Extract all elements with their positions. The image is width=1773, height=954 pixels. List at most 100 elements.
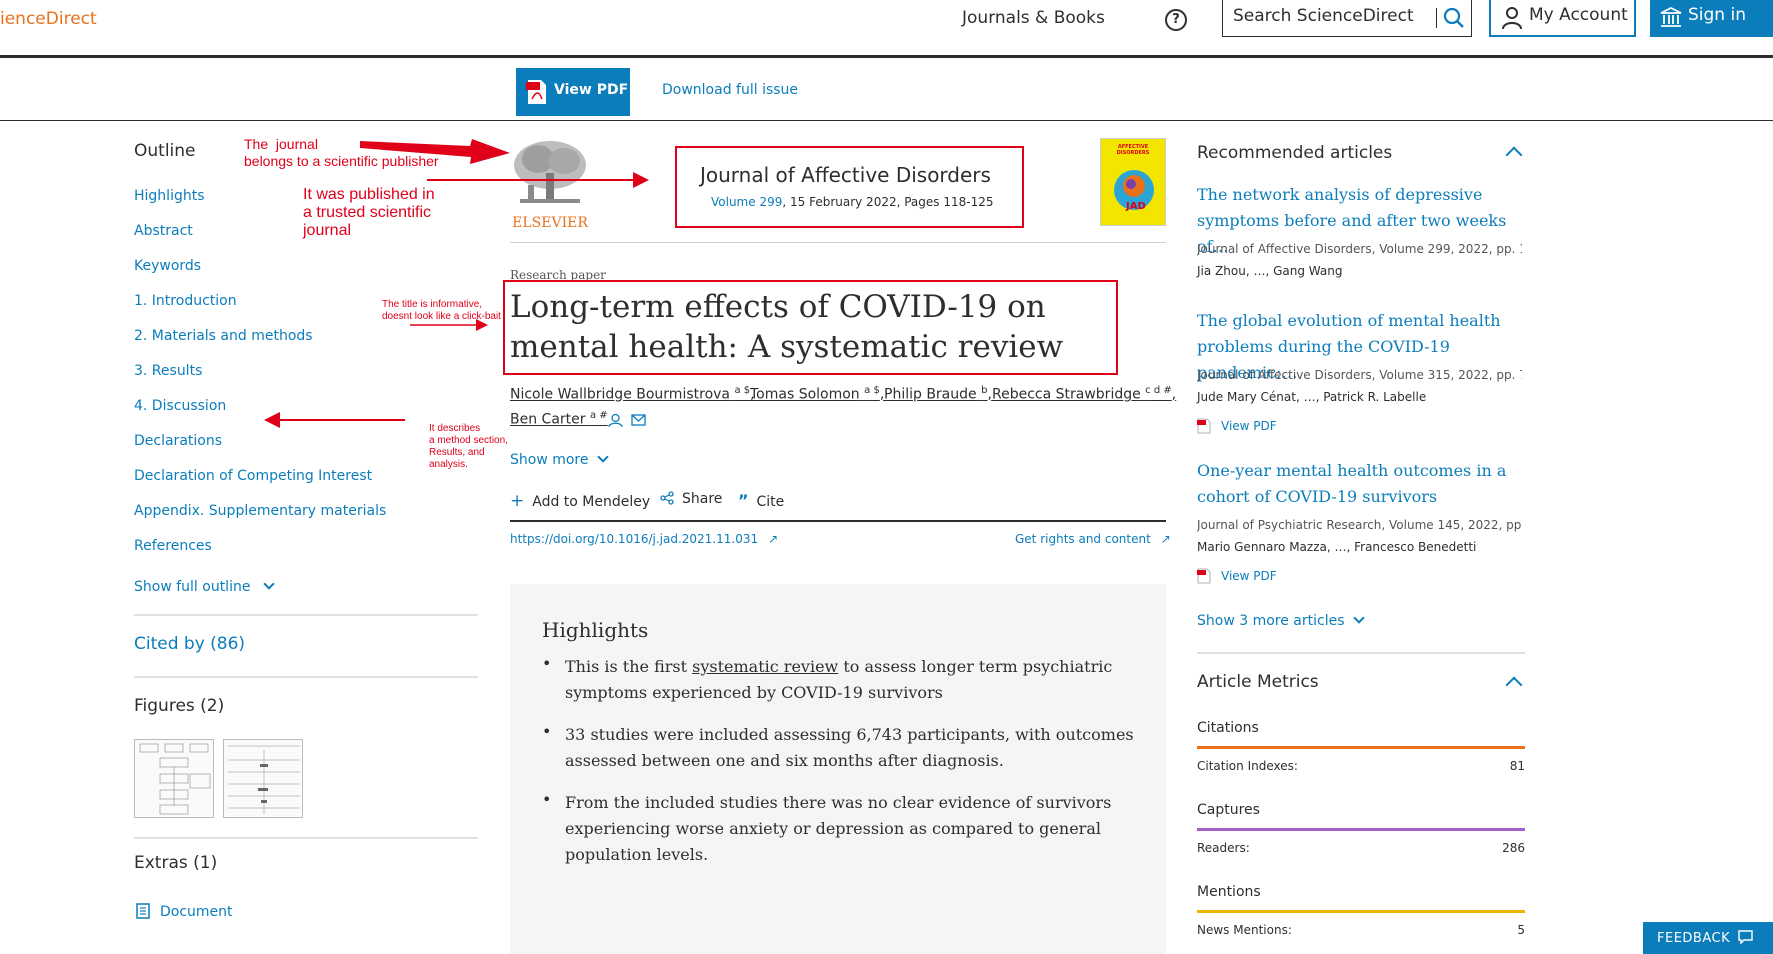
view-pdf-label: View PDF	[1221, 419, 1277, 433]
doi-link[interactable]: https://doi.org/10.1016/j.jad.2021.11.03…	[510, 532, 778, 546]
show-more-articles-link[interactable]: Show 3 more articles	[1197, 612, 1365, 629]
cited-divider	[134, 676, 478, 678]
journal-highlight-box	[675, 146, 1024, 228]
external-link-icon: ↗	[768, 532, 779, 546]
question-circle-icon[interactable]: ?	[1165, 9, 1187, 31]
chevron-up-icon[interactable]	[1505, 146, 1523, 164]
author-link[interactable]: Tomas Solomon a $,	[750, 385, 884, 403]
author-link[interactable]: Rebecca Strawbridge c d #,	[992, 385, 1176, 403]
person-icon[interactable]	[608, 413, 623, 428]
article-metrics-title: Article Metrics	[1197, 672, 1319, 692]
sciencedirect-logo[interactable]: ienceDirect	[0, 9, 97, 29]
figures-title: Figures (2)	[134, 696, 225, 716]
cover-code: JAD	[1126, 201, 1146, 212]
feedback-button[interactable]: FEEDBACK	[1643, 922, 1773, 954]
outline-item-declarations[interactable]: Declarations	[134, 433, 222, 449]
bullet-icon: •	[542, 654, 552, 673]
outline-item-discussion[interactable]: 4. Discussion	[134, 398, 226, 414]
volume-details: , 15 February 2022, Pages 118-125	[782, 195, 994, 209]
search-icon[interactable]	[1441, 5, 1467, 31]
my-account-button[interactable]: My Account	[1489, 0, 1636, 37]
show-more-authors-link[interactable]: Show more	[510, 451, 609, 468]
get-rights-link[interactable]: Get rights and content ↗	[1015, 532, 1171, 546]
person-icon	[1502, 7, 1522, 30]
figure-thumbnail-2[interactable]	[223, 739, 303, 818]
extras-document-link[interactable]: Document	[136, 903, 233, 920]
sign-in-label: Sign in	[1688, 5, 1746, 25]
metric-value: 286	[1502, 841, 1525, 855]
outline-item-keywords[interactable]: Keywords	[134, 258, 201, 274]
sign-in-button[interactable]: Sign in	[1650, 0, 1773, 37]
actions-divider	[510, 520, 1166, 522]
show-full-outline-link[interactable]: Show full outline	[134, 578, 275, 595]
recommended-article-authors: Jia Zhou, …, Gang Wang	[1197, 264, 1343, 278]
outline-item-results[interactable]: 3. Results	[134, 363, 202, 379]
recommended-article-title[interactable]: One-year mental health outcomes in a coh…	[1197, 458, 1522, 510]
email-icon[interactable]	[631, 414, 646, 426]
journal-name-link[interactable]: Journal of Affective Disorders	[700, 163, 991, 187]
download-full-issue-link[interactable]: Download full issue	[662, 82, 798, 98]
show-more-label: Show more	[510, 452, 589, 468]
outline-item-introduction[interactable]: 1. Introduction	[134, 293, 237, 309]
article-header-divider	[510, 242, 1166, 243]
metric-label: Citation Indexes:	[1197, 759, 1298, 773]
cite-button[interactable]: ” Cite	[738, 491, 784, 510]
volume-link[interactable]: Volume 299	[711, 195, 782, 209]
author-link[interactable]: Nicole Wallbridge Bourmistrova a $,	[510, 385, 755, 403]
figure-thumbnail-1[interactable]	[134, 739, 214, 818]
outline-item-methods[interactable]: 2. Materials and methods	[134, 328, 313, 344]
recommended-article-meta: Journal of Psychiatric Research, Volume …	[1197, 518, 1522, 532]
annotation-publisher: The journal belongs to a scientific publ…	[244, 136, 439, 169]
highlight-item: 33 studies were included assessing 6,743…	[565, 725, 1134, 770]
highlights-title: Highlights	[542, 618, 649, 642]
view-pdf-link[interactable]: View PDF	[1197, 568, 1277, 584]
extras-title: Extras (1)	[134, 853, 218, 873]
recommended-article-authors: Mario Gennaro Mazza, …, Francesco Benede…	[1197, 540, 1477, 554]
show-more-articles-label: Show 3 more articles	[1197, 613, 1345, 629]
search-input[interactable]	[1233, 6, 1433, 26]
recommended-articles-title: Recommended articles	[1197, 143, 1393, 163]
cover-head-graphic	[1114, 170, 1154, 210]
figures-divider	[134, 837, 478, 839]
quote-icon: ”	[738, 491, 749, 510]
outline-item-abstract[interactable]: Abstract	[134, 223, 193, 239]
get-rights-label: Get rights and content	[1015, 532, 1151, 546]
outline-item-appendix[interactable]: Appendix. Supplementary materials	[134, 503, 386, 519]
doi-label: https://doi.org/10.1016/j.jad.2021.11.03…	[510, 532, 759, 546]
systematic-review-link[interactable]: systematic review	[692, 657, 838, 676]
elsevier-tree-icon	[514, 141, 586, 203]
add-to-mendeley-button[interactable]: + Add to Mendeley	[510, 491, 650, 511]
recommended-divider	[1197, 652, 1525, 654]
metric-label: News Mentions:	[1197, 923, 1292, 937]
chevron-up-icon[interactable]	[1505, 676, 1523, 694]
metric-category: Citations	[1197, 720, 1259, 736]
outline-item-references[interactable]: References	[134, 538, 212, 554]
share-icon	[660, 491, 674, 505]
author-link[interactable]: Philip Braude b,	[884, 385, 992, 403]
annotation-journal: It was published in a trusted scientific…	[303, 186, 435, 239]
cover-title: AFFECTIVE DISORDERS	[1116, 144, 1150, 156]
recommended-article-meta: Journal of Affective Disorders, Volume 2…	[1197, 242, 1522, 256]
outline-item-highlights[interactable]: Highlights	[134, 188, 205, 204]
plus-icon: +	[510, 491, 525, 511]
elsevier-logo[interactable]: ELSEVIER	[510, 137, 590, 231]
show-full-outline-label: Show full outline	[134, 579, 251, 595]
recommended-article-authors: Jude Mary Cénat, …, Patrick R. Labelle	[1197, 390, 1427, 404]
metric-bar-citations	[1197, 746, 1525, 749]
metric-value: 81	[1509, 759, 1525, 773]
external-link-icon: ↗	[1160, 532, 1171, 546]
outline-item-competing-interest[interactable]: Declaration of Competing Interest	[134, 468, 372, 484]
institution-icon	[1660, 6, 1682, 27]
author-link[interactable]: Ben Carter a #	[510, 410, 608, 428]
cited-by-link[interactable]: Cited by (86)	[134, 634, 245, 654]
view-pdf-link[interactable]: View PDF	[1197, 418, 1277, 434]
journals-books-link[interactable]: Journals & Books	[962, 8, 1105, 28]
view-pdf-label: View PDF	[1221, 569, 1277, 583]
pdf-icon	[526, 80, 546, 104]
view-pdf-button[interactable]: View PDF	[516, 68, 630, 116]
elsevier-wordmark: ELSEVIER	[512, 215, 588, 231]
annotation-title: The title is informative, doesnt look li…	[382, 299, 501, 322]
share-button[interactable]: Share	[660, 491, 722, 507]
journal-cover-image[interactable]: AFFECTIVE DISORDERS JAD	[1100, 138, 1166, 226]
metric-label: Readers:	[1197, 841, 1250, 855]
